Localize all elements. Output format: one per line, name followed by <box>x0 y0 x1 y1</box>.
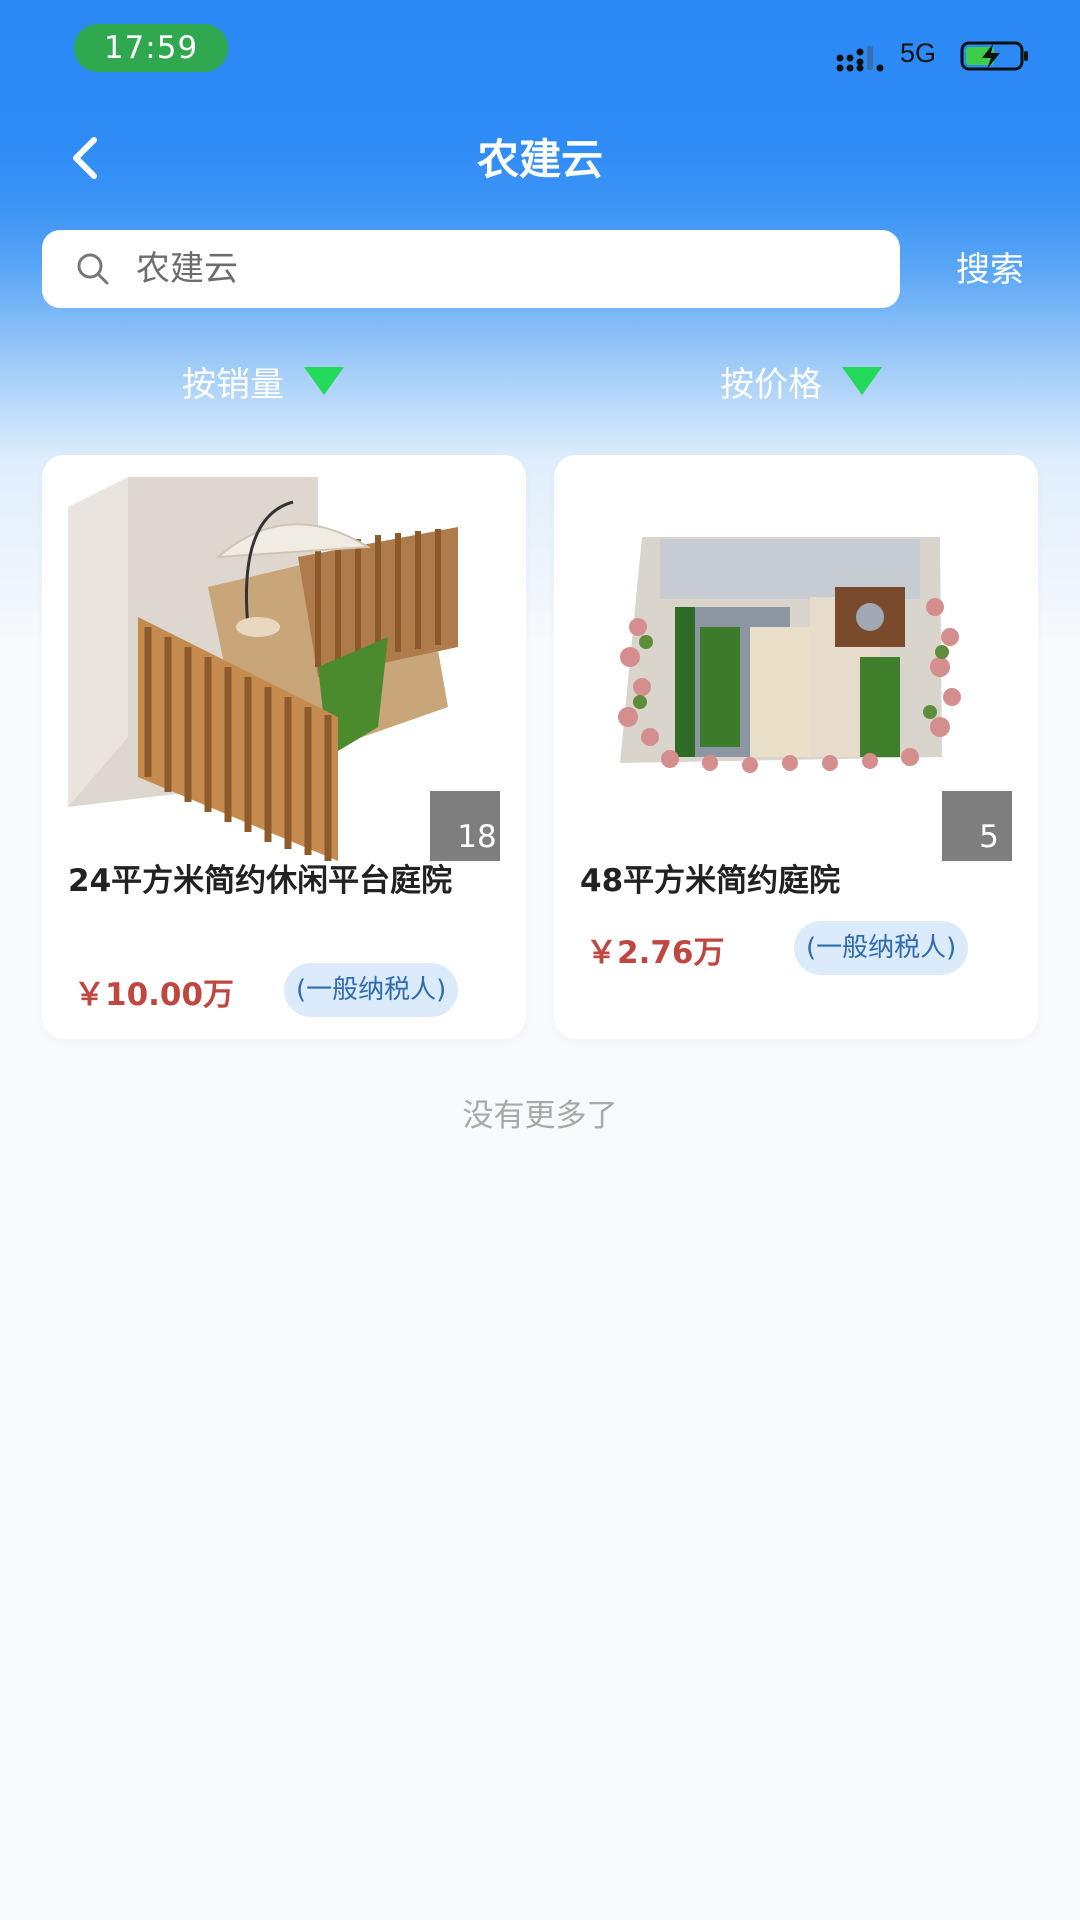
sort-by-price-label: 按价格 <box>720 364 822 405</box>
product-card[interactable]: 18 24平方米简约休闲平台庭院 ￥10.00万 (一般纳税人) <box>42 455 526 1039</box>
sort-by-sales-label: 按销量 <box>182 364 284 405</box>
product-price: ￥2.76万 <box>586 935 725 971</box>
page-title: 农建云 <box>476 135 603 184</box>
product-image: 5 <box>580 477 1012 861</box>
battery-icon <box>960 41 1028 71</box>
image-count-badge: 18 <box>430 791 500 861</box>
image-count-badge: 5 <box>942 791 1012 861</box>
tax-type-tag: (一般纳税人) <box>284 963 459 1017</box>
product-price: ￥10.00万 <box>74 977 235 1013</box>
product-title: 24平方米简约休闲平台庭院 <box>68 863 453 899</box>
sort-by-price[interactable]: 按价格 <box>720 356 882 406</box>
back-button[interactable] <box>62 130 112 186</box>
sort-by-sales[interactable]: 按销量 <box>182 356 344 406</box>
no-more-text: 没有更多了 <box>462 1098 618 1134</box>
network-label: 5G <box>900 38 937 68</box>
triangle-down-icon <box>304 367 344 395</box>
search-box[interactable] <box>42 230 900 308</box>
tax-type-tag: (一般纳税人) <box>794 921 969 975</box>
product-image: 18 <box>68 477 500 861</box>
search-input[interactable] <box>136 230 876 308</box>
status-time: 17:59 <box>74 24 228 72</box>
triangle-down-icon <box>842 367 882 395</box>
search-button[interactable]: 搜索 <box>930 242 1050 298</box>
product-title: 48平方米简约庭院 <box>580 863 841 899</box>
search-icon <box>77 253 109 285</box>
chevron-left-icon <box>73 137 97 179</box>
status-bar: 17:59 5G <box>0 0 1080 100</box>
product-card[interactable]: 5 48平方米简约庭院 ￥2.76万 (一般纳税人) <box>554 455 1038 1039</box>
signal-icon <box>836 46 884 72</box>
